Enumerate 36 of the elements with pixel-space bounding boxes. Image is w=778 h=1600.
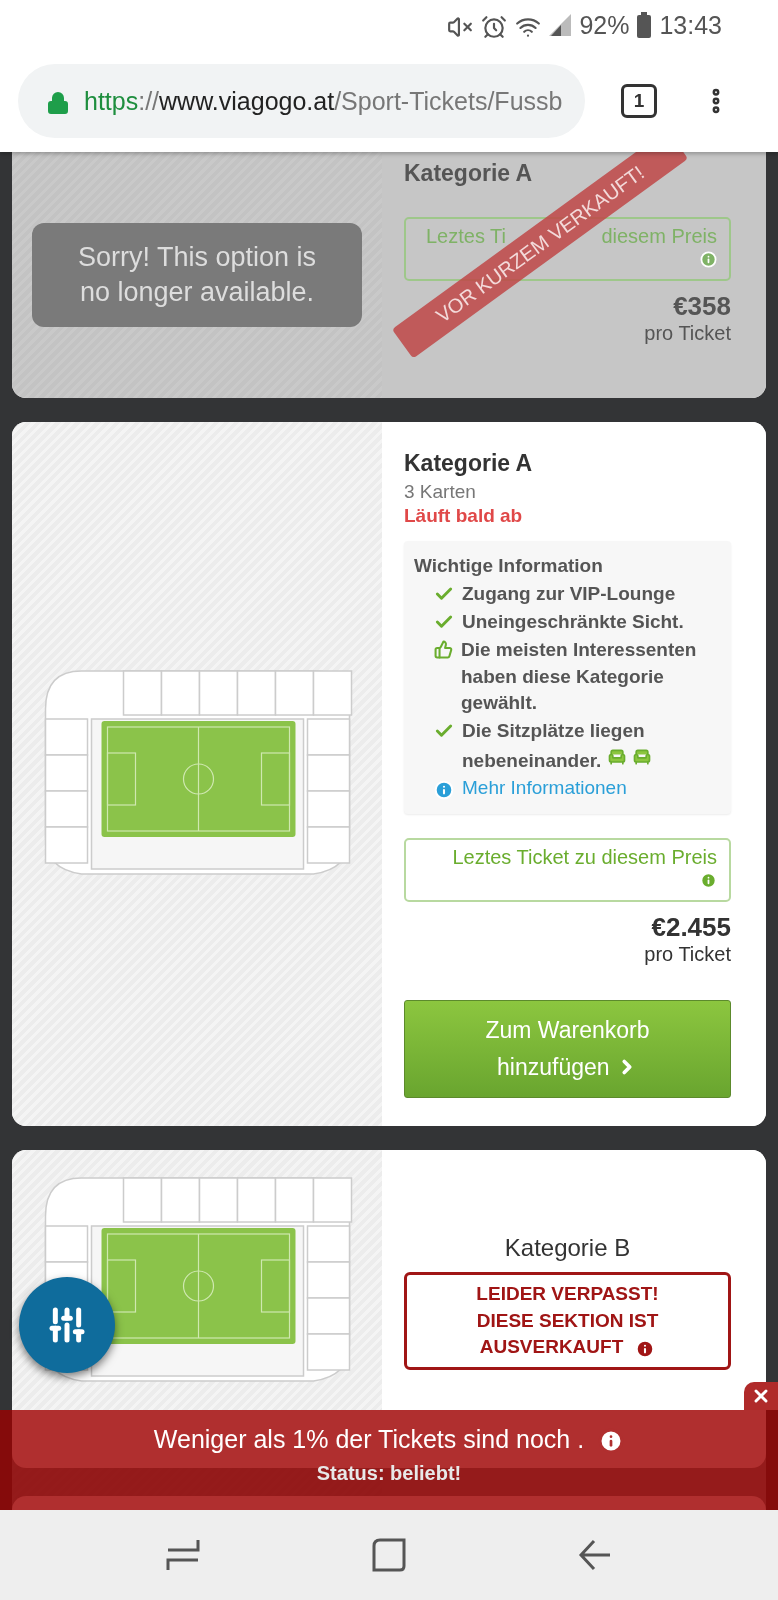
alert-text: AUSVERKAUFT [479,1335,624,1360]
category-title: Kategorie B [503,1234,632,1262]
alert-text: DIESE SEKTION IST [476,1308,659,1333]
clock-time: 13:43 [659,10,722,40]
info-item-text: Zugang zur VIP-Lounge [462,582,676,606]
info-item-text: Die Sitzplätze liegen nebeneinander. [462,718,721,775]
info-icon [434,779,454,800]
info-item-text: Uneingeschränkte Sicht. [462,610,684,635]
thumbs-up-icon [434,640,453,660]
url-text: https://www.viagogo.at/Sport-Tickets/Fussb [84,86,563,116]
back-icon[interactable] [578,1538,612,1572]
info-title: Wichtige Information [414,555,604,577]
ticket-quantity: 3 Karten [404,481,477,503]
sliders-icon [47,1305,87,1345]
recent-apps-icon[interactable] [166,1538,200,1572]
home-icon[interactable] [372,1538,406,1572]
battery-percent: 92% [579,10,630,40]
info-item-text: Die meisten Interessenten haben diese Kategorie gewählt. [461,638,698,715]
address-bar[interactable]: https://www.viagogo.at/Sport-Tickets/Fussb [18,64,585,138]
info-icon [635,1339,656,1359]
close-button[interactable] [744,1382,778,1410]
unavailable-message: Sorry! This option is no longer available. [32,223,362,327]
price-unit: pro Ticket [644,942,731,966]
signal-icon [549,14,572,36]
alarm-icon [481,13,508,40]
alert-text: LEIDER VERPASST! [476,1282,659,1306]
banner-status: Status: beliebt! [316,1462,462,1485]
notice-text: Leztes Ticket zu diesem Preis [452,845,717,869]
tab-count-button[interactable]: 1 [621,84,657,118]
price: €2.455 [651,911,731,943]
category-title: Kategorie A [404,450,534,477]
banner-text: Weniger als 1% der Tickets sind noch . [153,1424,585,1454]
urgency-label: Läuft bald ab [404,505,524,527]
info-icon [700,871,717,889]
battery-icon [637,12,652,38]
lock-icon [46,90,70,115]
